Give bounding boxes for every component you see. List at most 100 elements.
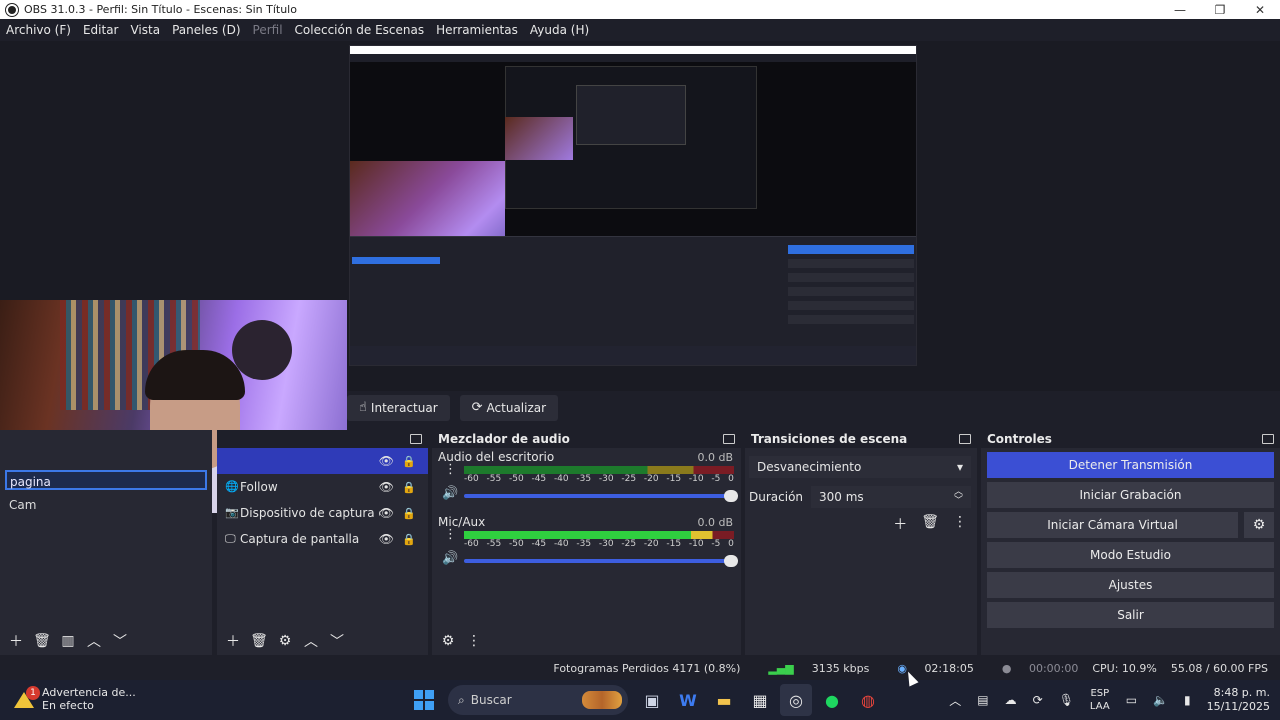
remove-source-icon[interactable]: 🗑 xyxy=(247,631,271,651)
warning-notification[interactable]: 1 Advertencia de... En efecto xyxy=(12,686,136,712)
move-scene-up-icon[interactable]: ︿ xyxy=(82,631,106,651)
volume-slider[interactable] xyxy=(464,490,738,502)
status-bar: Fotogramas Perdidos 4171 (0.8%) ▂▄▆ 3135 … xyxy=(0,658,1280,678)
lock-icon[interactable]: 🔒 xyxy=(402,455,416,468)
refresh-icon: ⟳ xyxy=(471,400,483,415)
language-indicator[interactable]: ESP LAA xyxy=(1090,687,1110,713)
lock-icon[interactable]: 🔒 xyxy=(402,533,416,546)
source-item-screen-capture[interactable]: 🖵 Captura de pantalla 👁 🔒 xyxy=(217,526,428,552)
close-button[interactable]: ✕ xyxy=(1240,0,1280,19)
eye-icon[interactable]: 👁 xyxy=(379,506,394,520)
clock-date: 15/11/2025 xyxy=(1206,700,1270,713)
menu-tools[interactable]: Herramientas xyxy=(436,23,518,37)
obs-icon[interactable]: ◎ xyxy=(780,684,812,716)
start-recording-button[interactable]: Iniciar Grabación xyxy=(987,482,1274,508)
mixer-header: Mezclador de audio xyxy=(432,430,741,448)
source-properties-icon[interactable]: ⚙ xyxy=(273,631,297,651)
task-view-icon[interactable]: ▣ xyxy=(636,684,668,716)
source-item-selected[interactable]: 👁 🔒 xyxy=(217,448,428,474)
nested-webcam-small xyxy=(505,117,573,160)
move-source-down-icon[interactable]: ﹀ xyxy=(325,631,349,651)
remove-transition-icon[interactable]: 🗑 xyxy=(921,514,939,534)
menu-docks[interactable]: Paneles (D) xyxy=(172,23,240,37)
menu-help[interactable]: Ayuda (H) xyxy=(530,23,589,37)
tray-app-icon[interactable]: ▤ xyxy=(977,693,988,707)
menu-view[interactable]: Vista xyxy=(130,23,160,37)
sync-icon[interactable]: ⟳ xyxy=(1033,693,1043,707)
add-scene-icon[interactable]: ＋ xyxy=(4,631,28,651)
lang-bottom: LAA xyxy=(1089,701,1110,712)
volume-slider[interactable] xyxy=(464,555,738,567)
mixer-menu-icon[interactable]: ⋮ xyxy=(462,631,486,651)
menu-edit[interactable]: Editar xyxy=(83,23,119,37)
sources-dock: 👁 🔒 🌐 Follow 👁 🔒 📷 Dispositivo de captur… xyxy=(217,430,428,655)
refresh-button[interactable]: ⟳ Actualizar xyxy=(459,394,559,421)
sources-header xyxy=(217,430,428,448)
eye-icon[interactable]: 👁 xyxy=(379,454,394,468)
source-toolbar: ☝ Interactuar ⟳ Actualizar xyxy=(347,394,1280,421)
advanced-audio-icon[interactable]: ⚙ xyxy=(436,631,460,651)
chevron-up-icon[interactable]: ︿ xyxy=(949,692,961,709)
undock-icon[interactable] xyxy=(959,434,971,444)
menu-bar: Archivo (F) Editar Vista Paneles (D) Per… xyxy=(0,19,1280,41)
stop-stream-button[interactable]: Detener Transmisión xyxy=(987,452,1274,478)
duration-input[interactable]: 300 ms ︿ ﹀ xyxy=(811,486,971,508)
scene-item-pagina[interactable]: pagina xyxy=(5,470,207,490)
menu-scene-collection[interactable]: Colección de Escenas xyxy=(295,23,425,37)
add-source-icon[interactable]: ＋ xyxy=(221,631,245,651)
lock-icon[interactable]: 🔒 xyxy=(402,507,416,520)
kebab-menu-icon[interactable]: ⋮ xyxy=(444,462,457,477)
move-source-up-icon[interactable]: ︿ xyxy=(299,631,323,651)
record-time: ● 00:00:00 xyxy=(988,662,1079,675)
source-item-video-capture[interactable]: 📷 Dispositivo de captura de video 👁 🔒 xyxy=(217,500,428,526)
add-transition-icon[interactable]: ＋ xyxy=(893,514,907,534)
speaker-icon[interactable]: 🔊 xyxy=(442,551,458,566)
start-virtual-camera-button[interactable]: Iniciar Cámara Virtual ⚙ xyxy=(987,512,1274,538)
minimize-button[interactable]: — xyxy=(1160,0,1200,19)
windows-start-icon[interactable] xyxy=(408,684,440,716)
scene-filters-icon[interactable]: ▥ xyxy=(56,631,80,651)
cloud-icon[interactable]: ☁ xyxy=(1005,693,1017,707)
network-icon[interactable]: ▭ xyxy=(1126,693,1137,707)
store-icon[interactable]: ▦ xyxy=(744,684,776,716)
eye-icon[interactable]: 👁 xyxy=(379,480,394,494)
restore-button[interactable]: ❐ xyxy=(1200,0,1240,19)
scale-tick: -50 xyxy=(508,539,524,549)
menu-file[interactable]: Archivo (F) xyxy=(6,23,71,37)
stepper-icon[interactable]: ︿ ﹀ xyxy=(954,488,963,506)
undock-icon[interactable] xyxy=(723,434,735,444)
chrome-icon[interactable]: ◍ xyxy=(852,684,884,716)
lock-icon[interactable]: 🔒 xyxy=(402,481,416,494)
transition-select[interactable]: Desvanecimiento ▾ xyxy=(749,456,971,478)
scale-tick: -25 xyxy=(621,474,637,484)
volume-icon[interactable]: 🔈 xyxy=(1153,693,1168,707)
spotify-icon[interactable]: ● xyxy=(816,684,848,716)
eye-icon[interactable]: 👁 xyxy=(379,532,394,546)
word-icon[interactable]: W xyxy=(672,684,704,716)
exit-button[interactable]: Salir xyxy=(987,602,1274,628)
menu-profile[interactable]: Perfil xyxy=(253,23,283,37)
scene-item-cam[interactable]: Cam xyxy=(0,495,212,515)
scale-tick: -30 xyxy=(598,474,614,484)
scale-tick: -55 xyxy=(486,539,502,549)
source-name: Captura de pantalla xyxy=(240,532,360,546)
preview-area[interactable] xyxy=(0,41,1280,513)
pointer-icon: ☝ xyxy=(359,400,367,415)
undock-icon[interactable] xyxy=(410,434,422,444)
remove-scene-icon[interactable]: 🗑 xyxy=(30,631,54,651)
gear-icon[interactable]: ⚙ xyxy=(1244,512,1274,538)
battery-icon[interactable]: ▮ xyxy=(1184,693,1191,707)
kebab-menu-icon[interactable]: ⋮ xyxy=(444,527,457,542)
source-item-follow[interactable]: 🌐 Follow 👁 🔒 xyxy=(217,474,428,500)
speaker-icon[interactable]: 🔊 xyxy=(442,486,458,501)
file-explorer-icon[interactable]: ▬ xyxy=(708,684,740,716)
microphone-icon[interactable]: 🎙 xyxy=(1059,693,1074,707)
taskbar-search[interactable]: ⌕ Buscar xyxy=(448,685,628,715)
system-clock[interactable]: 8:48 p. m. 15/11/2025 xyxy=(1207,686,1270,714)
transition-menu-icon[interactable]: ⋮ xyxy=(953,514,967,534)
interact-button[interactable]: ☝ Interactuar xyxy=(347,394,450,421)
undock-icon[interactable] xyxy=(1262,434,1274,444)
studio-mode-button[interactable]: Modo Estudio xyxy=(987,542,1274,568)
move-scene-down-icon[interactable]: ﹀ xyxy=(108,631,132,651)
settings-button[interactable]: Ajustes xyxy=(987,572,1274,598)
